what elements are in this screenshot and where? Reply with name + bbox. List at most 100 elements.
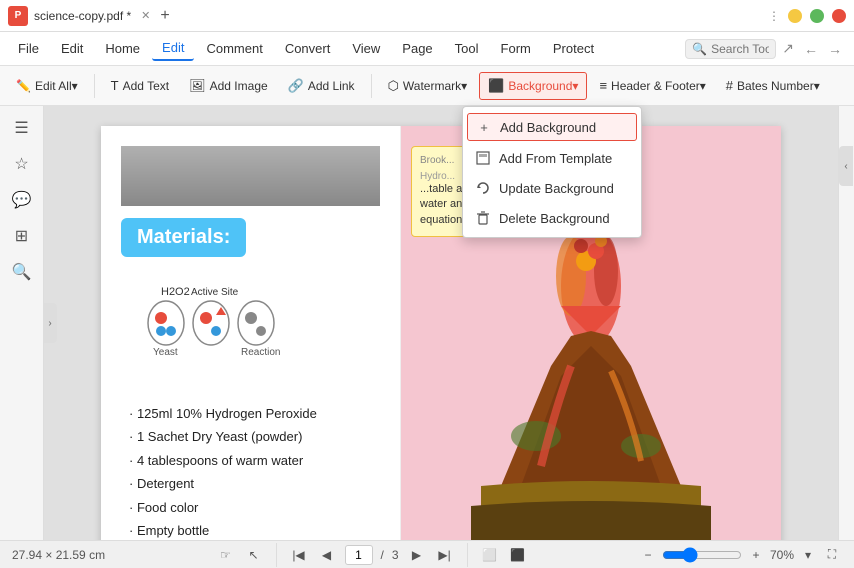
material-item-6: Empty bottle xyxy=(121,519,380,540)
watermark-icon: ⬡ xyxy=(388,78,399,94)
toolbar-separator-1 xyxy=(94,74,95,98)
background-button[interactable]: ⬛ Background▾ xyxy=(479,72,587,100)
zoom-out-btn[interactable]: − xyxy=(638,545,658,565)
sidebar-icon-bookmarks[interactable]: ☆ xyxy=(8,150,36,178)
material-item-5: Food color xyxy=(121,496,380,519)
menu-file[interactable]: File xyxy=(8,37,49,60)
material-item-2: 1 Sachet Dry Yeast (powder) xyxy=(121,425,380,448)
menu-convert[interactable]: Convert xyxy=(275,37,341,60)
zoom-slider[interactable] xyxy=(662,547,742,563)
main-area: ☰ ☆ 💬 ⊞ 🔍 › Materials: H2O2 Active Site xyxy=(0,106,854,540)
sidebar-icon-search[interactable]: 🔍 xyxy=(8,258,36,286)
search-tools-input[interactable] xyxy=(711,42,769,56)
menu-tool[interactable]: Tool xyxy=(445,37,489,60)
nav-first-page[interactable]: |◀ xyxy=(289,545,309,565)
toolbar-separator-2 xyxy=(371,74,372,98)
right-sidebar: ‹ xyxy=(838,106,854,540)
background-icon: ⬛ xyxy=(488,78,504,94)
menu-bar: File Edit Home Edit Comment Convert View… xyxy=(0,32,854,66)
search-icon: 🔍 xyxy=(692,42,707,56)
fit-width-btn[interactable]: ⬛ xyxy=(508,545,528,565)
fullscreen-btn[interactable]: ⛶ xyxy=(822,545,842,565)
text-icon: T xyxy=(111,78,119,93)
close-button[interactable] xyxy=(832,9,846,23)
add-image-button[interactable]: 🖼 Add Image xyxy=(181,73,276,99)
app-icon: P xyxy=(8,6,28,26)
menu-form[interactable]: Form xyxy=(491,37,541,60)
material-item-4: Detergent xyxy=(121,472,380,495)
zoom-in-btn[interactable]: + xyxy=(746,545,766,565)
menu-edit-first[interactable]: Edit xyxy=(51,37,93,60)
minimize-button[interactable] xyxy=(788,9,802,23)
edit-all-button[interactable]: ✏️ Edit All▾ xyxy=(8,74,86,98)
diagram-area: H2O2 Active Site xyxy=(121,273,380,386)
update-background-item[interactable]: Update Background xyxy=(463,173,641,203)
file-name: science-copy.pdf * xyxy=(34,9,131,23)
image-icon: 🖼 xyxy=(189,78,206,94)
top-image xyxy=(121,146,380,206)
update-icon xyxy=(475,180,491,196)
nav-hand-tool[interactable]: ☞ xyxy=(216,545,236,565)
bates-number-button[interactable]: # Bates Number▾ xyxy=(718,73,828,98)
nav-last-page[interactable]: ▶| xyxy=(435,545,455,565)
svg-text:Yeast: Yeast xyxy=(153,347,178,358)
back-icon[interactable]: ← xyxy=(800,41,822,57)
status-sep-1 xyxy=(276,543,277,567)
watermark-button[interactable]: ⬡ Watermark▾ xyxy=(380,73,476,99)
add-from-template-item[interactable]: Add From Template xyxy=(463,143,641,173)
menu-protect[interactable]: Protect xyxy=(543,37,604,60)
sidebar-icon-layers[interactable]: ⊞ xyxy=(8,222,36,250)
left-sidebar: ☰ ☆ 💬 ⊞ 🔍 › xyxy=(0,106,44,540)
forward-icon[interactable]: → xyxy=(824,41,846,57)
document-area: Materials: H2O2 Active Site xyxy=(44,106,838,540)
menu-comment[interactable]: Comment xyxy=(196,37,272,60)
add-link-button[interactable]: 🔗 Add Link xyxy=(280,73,363,99)
toolbar: ✏️ Edit All▾ T Add Text 🖼 Add Image 🔗 Ad… xyxy=(0,66,854,106)
svg-text:H2O2: H2O2 xyxy=(161,286,190,298)
template-icon xyxy=(475,150,491,166)
status-bar: 27.94 × 21.59 cm ☞ ↖ |◀ ◀ / 3 ▶ ▶| ⬜ ⬛ −… xyxy=(0,540,854,568)
menu-view[interactable]: View xyxy=(342,37,390,60)
zoom-dropdown-btn[interactable]: ▾ xyxy=(798,545,818,565)
pdf-page: Materials: H2O2 Active Site xyxy=(101,126,781,540)
nav-cursor-tool[interactable]: ↖ xyxy=(244,545,264,565)
comment-hydro-label: Hydro... xyxy=(420,171,455,182)
comment-author: Brook... xyxy=(420,155,454,166)
sidebar-toggle[interactable]: › xyxy=(43,303,57,343)
diagram-svg: H2O2 Active Site xyxy=(131,283,311,373)
add-background-item[interactable]: + Add Background xyxy=(467,113,637,141)
menu-edit[interactable]: Edit xyxy=(152,36,194,61)
window-controls: ⋮ xyxy=(768,9,846,23)
page-separator: / xyxy=(381,548,384,562)
sidebar-icon-comments[interactable]: 💬 xyxy=(8,186,36,214)
menu-home[interactable]: Home xyxy=(95,37,150,60)
restore-button[interactable] xyxy=(810,9,824,23)
search-tools-box[interactable]: 🔍 xyxy=(685,39,776,59)
page-navigation: ☞ ↖ |◀ ◀ / 3 ▶ ▶| ⬜ ⬛ xyxy=(113,543,630,567)
delete-icon xyxy=(475,210,491,226)
fit-page-btn[interactable]: ⬜ xyxy=(480,545,500,565)
tab-close-btn[interactable]: ✕ xyxy=(141,9,150,22)
material-item-1: 125ml 10% Hydrogen Peroxide xyxy=(121,402,380,425)
page-dimensions: 27.94 × 21.59 cm xyxy=(12,548,105,562)
current-page-input[interactable] xyxy=(345,545,373,565)
right-panel-toggle[interactable]: ‹ xyxy=(839,146,853,186)
header-footer-button[interactable]: ≡ Header & Footer▾ xyxy=(591,73,713,98)
nav-next-page[interactable]: ▶ xyxy=(407,545,427,565)
svg-text:Active Site: Active Site xyxy=(191,287,239,298)
background-dropdown: + Add Background Add From Template Updat… xyxy=(462,106,642,238)
menu-page[interactable]: Page xyxy=(392,37,442,60)
zoom-area: − + 70% ▾ ⛶ xyxy=(638,545,842,565)
delete-background-item[interactable]: Delete Background xyxy=(463,203,641,233)
material-item-3: 4 tablespoons of warm water xyxy=(121,449,380,472)
zoom-level: 70% xyxy=(770,548,794,562)
external-link-icon[interactable]: ↗ xyxy=(778,40,798,57)
add-background-icon: + xyxy=(476,119,492,135)
add-text-button[interactable]: T Add Text xyxy=(103,73,177,98)
materials-title: Materials: xyxy=(121,218,246,257)
sidebar-icon-pages[interactable]: ☰ xyxy=(8,114,36,142)
materials-list: 125ml 10% Hydrogen Peroxide 1 Sachet Dry… xyxy=(121,402,380,540)
volcano-svg xyxy=(441,206,741,540)
tab-add-btn[interactable]: + xyxy=(160,7,169,25)
nav-prev-page[interactable]: ◀ xyxy=(317,545,337,565)
